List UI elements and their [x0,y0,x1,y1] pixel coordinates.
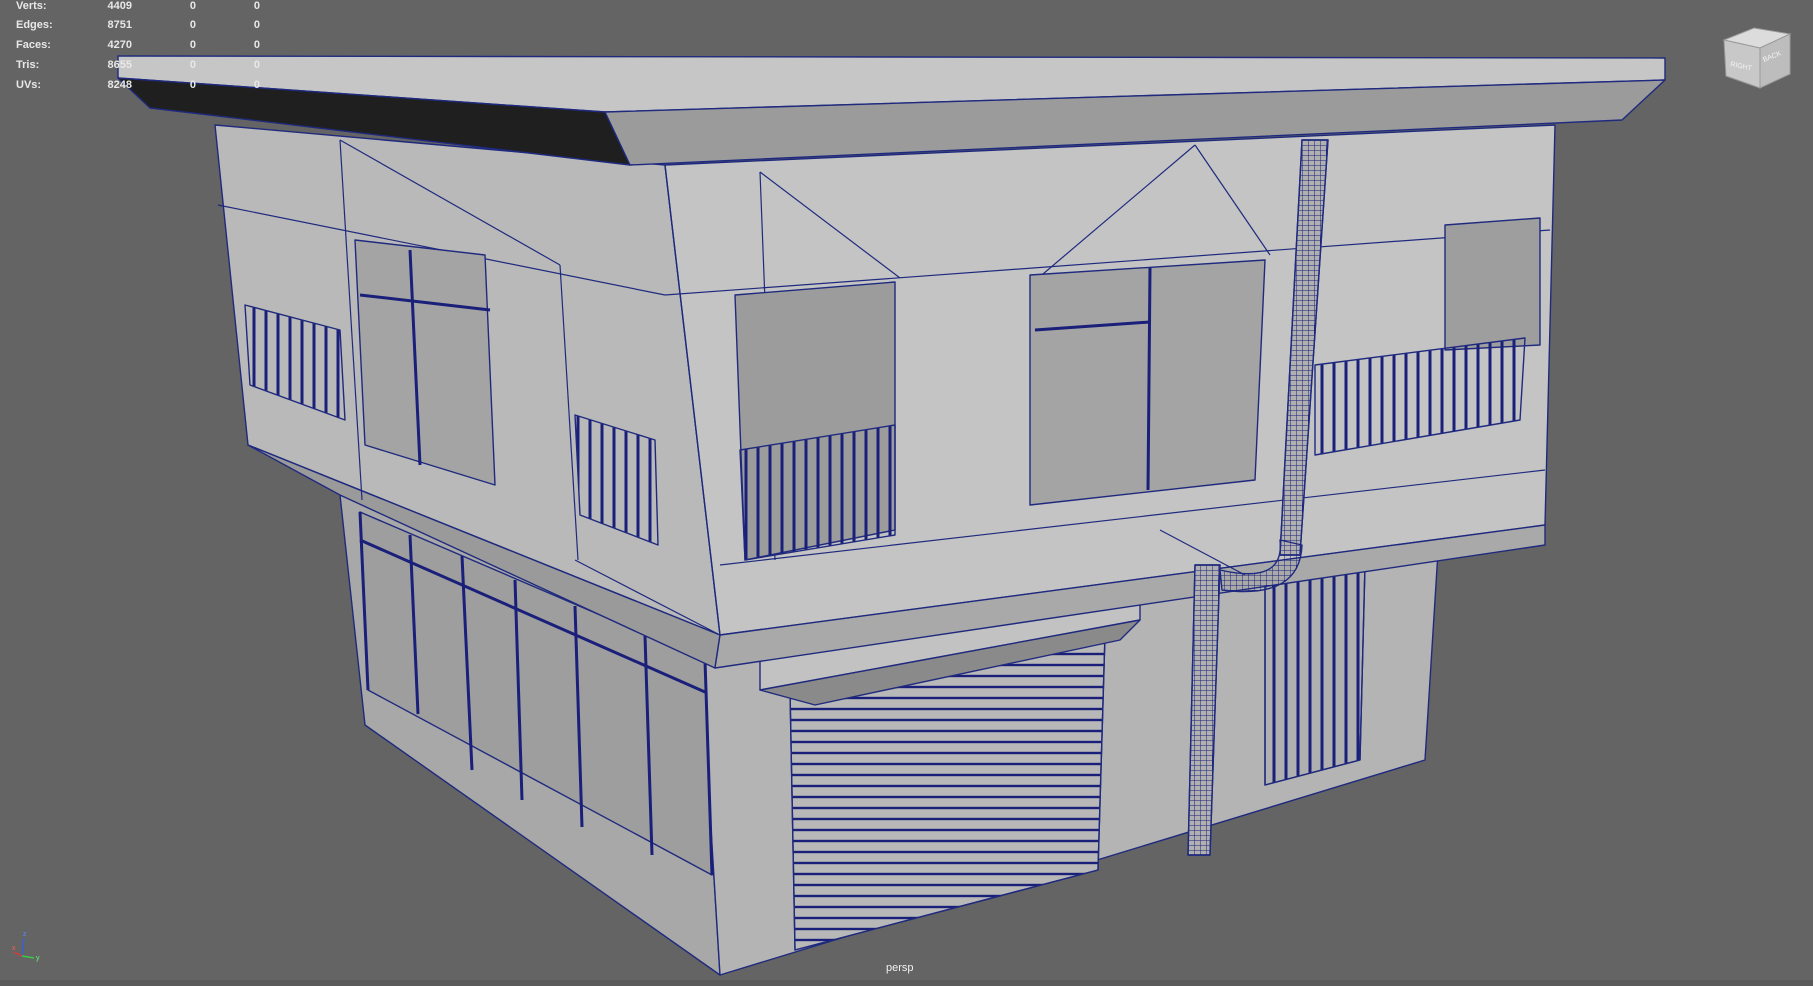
hud-row-verts: Verts: 4409 0 0 [0,0,300,18]
hud-row-edges: Edges: 8751 0 0 [0,19,300,37]
hud-value: 0 [189,39,196,51]
maya-perspective-viewport[interactable]: Verts: 4409 0 0 Edges: 8751 0 0 Faces: 4… [0,0,1813,986]
hud-value: 0 [253,79,260,91]
axis-z-label: z [23,931,27,938]
hud-row-faces: Faces: 4270 0 0 [0,39,300,57]
hud-value: 0 [253,0,260,12]
axis-gizmo: z x y [12,931,40,962]
axis-y-label: y [36,955,40,962]
axis-x-label: x [12,945,16,952]
side-door-grille [1264,564,1366,786]
hud-label: Tris: [16,59,40,71]
hud-value: 0 [189,0,196,12]
hud-label: Edges: [16,19,53,31]
hud-row-uvs: UVs: 8248 0 0 [0,79,300,97]
hud-value: 8248 [107,79,132,91]
hud-value: 0 [253,59,260,71]
hud-value: 0 [189,59,196,71]
hud-label: Faces: [16,39,51,51]
building-model[interactable] [0,0,1813,986]
hud-value: 0 [189,19,196,31]
hud-value: 8655 [107,59,132,71]
hud-value: 0 [253,39,260,51]
building-mesh [117,55,1666,976]
hud-value: 4409 [107,0,132,12]
hud-label: UVs: [16,79,42,91]
camera-view-label: persp [886,962,914,974]
hud-label: Verts: [16,0,47,12]
hud-row-tris: Tris: 8655 0 0 [0,59,300,77]
viewport-bottom-edge [0,980,1813,986]
poly-count-hud: Verts: 4409 0 0 Edges: 8751 0 0 Faces: 4… [0,0,300,100]
upper-window-left [354,239,496,486]
balcony-opening-right [1444,217,1541,351]
hud-value: 4270 [107,39,132,51]
hud-value: 0 [253,19,260,31]
hud-value: 8751 [107,19,132,31]
viewcube[interactable]: RIGHT BACK [1718,22,1796,92]
hud-value: 0 [189,79,196,91]
